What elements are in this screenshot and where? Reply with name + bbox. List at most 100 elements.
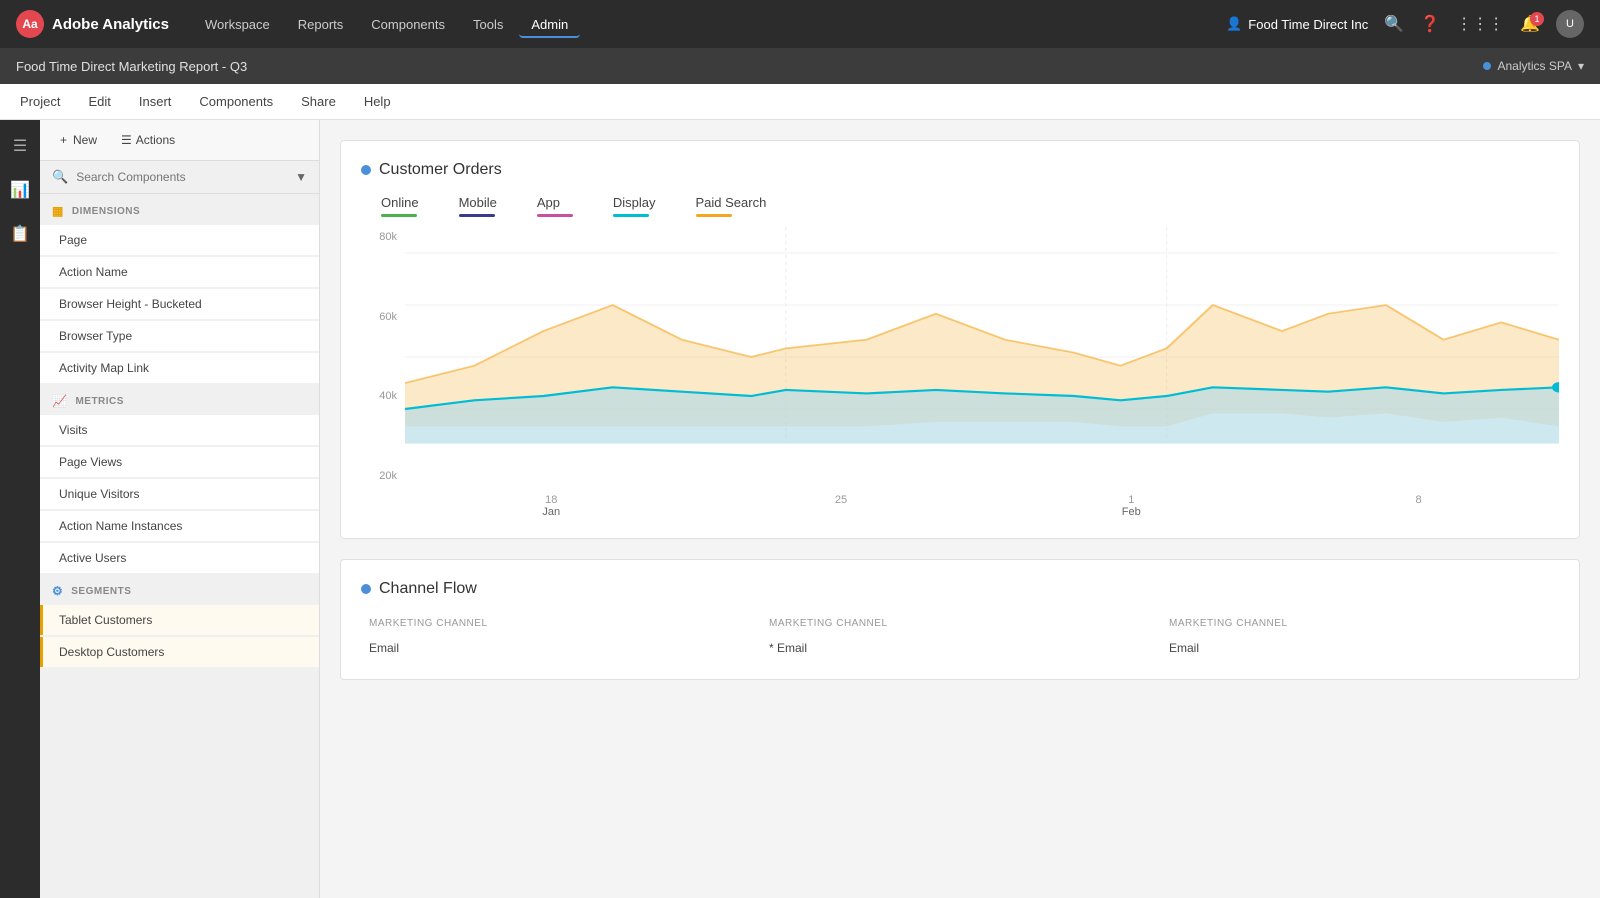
nav-workspace[interactable]: Workspace	[193, 11, 282, 38]
metric-visits[interactable]: Visits	[40, 415, 319, 445]
nav-tools[interactable]: Tools	[461, 11, 515, 38]
chart2-title: Channel Flow	[379, 580, 477, 598]
channel-table-headers: MARKETING CHANNEL MARKETING CHANNEL MARK…	[361, 614, 1559, 633]
nav-admin[interactable]: Admin	[519, 11, 580, 38]
metric-active-users[interactable]: Active Users	[40, 543, 319, 573]
x-sublabel-jan: Jan	[542, 506, 560, 518]
logo-icon: Aa	[16, 10, 44, 38]
actions-button[interactable]: ☰ Actions	[113, 130, 183, 150]
sidebar-chart-icon[interactable]: 📊	[6, 176, 34, 204]
y-label-60k: 60k	[379, 311, 397, 323]
search-icon[interactable]: 🔍	[1384, 14, 1404, 34]
metric-page-views[interactable]: Page Views	[40, 447, 319, 477]
menu-edit[interactable]: Edit	[84, 90, 114, 113]
channel-header-1: MARKETING CHANNEL	[361, 614, 759, 633]
legend-display: Display	[613, 195, 656, 217]
y-label-80k: 80k	[379, 231, 397, 243]
spa-dot	[1483, 62, 1491, 70]
menu-insert[interactable]: Insert	[135, 90, 176, 113]
channel-header-2: MARKETING CHANNEL	[761, 614, 1159, 633]
dimensions-icon: ▦	[52, 204, 64, 218]
customer-orders-section: Customer Orders Online Mobile App Displa…	[340, 140, 1580, 539]
company-name: 👤 Food Time Direct Inc	[1226, 16, 1368, 32]
segments-icon: ⚙	[52, 584, 63, 598]
nav-reports[interactable]: Reports	[286, 11, 356, 38]
notification-bell[interactable]: 🔔 1	[1520, 14, 1540, 34]
dimension-action-name[interactable]: Action Name	[40, 257, 319, 287]
apps-icon[interactable]: ⋮⋮⋮	[1456, 14, 1504, 34]
search-input[interactable]	[76, 170, 287, 184]
y-label-20k: 20k	[379, 470, 397, 482]
segments-header: ⚙ SEGMENTS	[40, 574, 319, 604]
channel-header-3: MARKETING CHANNEL	[1161, 614, 1559, 633]
project-title: Food Time Direct Marketing Report - Q3	[16, 59, 247, 74]
analytics-spa-selector[interactable]: Analytics SPA ▾	[1483, 59, 1584, 73]
top-nav-links: Workspace Reports Components Tools Admin	[193, 11, 1202, 38]
chart1-dot	[361, 165, 371, 175]
segment-tablet-customers[interactable]: Tablet Customers	[40, 605, 319, 635]
filter-icon[interactable]: ▼	[295, 170, 307, 184]
chart1-legend: Online Mobile App Display Paid Search	[361, 195, 1559, 227]
dimension-browser-type[interactable]: Browser Type	[40, 321, 319, 351]
x-label-18: 18	[542, 494, 560, 506]
menu-project[interactable]: Project	[16, 90, 64, 113]
channel-row-1-col1: Email	[361, 637, 759, 659]
app-name: Adobe Analytics	[52, 16, 169, 33]
channel-rows: Email * Email Email	[361, 637, 1559, 659]
chart1-area: 80k 60k 40k 20k	[361, 227, 1559, 518]
menu-share[interactable]: Share	[297, 90, 340, 113]
legend-mobile: Mobile	[459, 195, 497, 217]
menu-help[interactable]: Help	[360, 90, 395, 113]
legend-paid-search: Paid Search	[696, 195, 767, 217]
dimension-activity-map[interactable]: Activity Map Link	[40, 353, 319, 383]
x-sublabel-feb: Feb	[1122, 506, 1141, 518]
chevron-down-icon: ▾	[1578, 59, 1584, 73]
x-label-25: 25	[835, 494, 847, 506]
search-icon: 🔍	[52, 169, 68, 185]
help-icon[interactable]: ❓	[1420, 14, 1440, 34]
channel-row-1-col3: Email	[1161, 637, 1559, 659]
legend-mobile-line	[459, 214, 495, 217]
chart1-title: Customer Orders	[379, 161, 502, 179]
legend-app-line	[537, 214, 573, 217]
menu-components[interactable]: Components	[195, 90, 277, 113]
nav-components[interactable]: Components	[359, 11, 457, 38]
legend-display-line	[613, 214, 649, 217]
actions-icon: ☰	[121, 133, 132, 147]
chart1-svg	[405, 227, 1559, 487]
main-layout: ☰ 📊 📋 + New ☰ Actions 🔍 ▼ ▦ DIMENSIONS P…	[0, 120, 1600, 898]
analytics-spa-label: Analytics SPA	[1497, 59, 1571, 73]
legend-app: App	[537, 195, 573, 217]
plus-icon: +	[60, 133, 67, 147]
menu-bar: Project Edit Insert Components Share Hel…	[0, 84, 1600, 120]
x-axis: 18 Jan 25 1 Feb 8	[405, 490, 1559, 518]
chart1-title-row: Customer Orders	[361, 161, 1559, 179]
metric-unique-visitors[interactable]: Unique Visitors	[40, 479, 319, 509]
sidebar-panel-icon[interactable]: ☰	[9, 132, 31, 160]
user-avatar[interactable]: U	[1556, 10, 1584, 38]
x-group-8: 8	[1415, 494, 1421, 518]
x-group-25: 25	[835, 494, 847, 518]
x-label-8: 8	[1415, 494, 1421, 506]
metrics-header: 📈 METRICS	[40, 384, 319, 414]
legend-paid-search-line	[696, 214, 732, 217]
new-button[interactable]: + New	[52, 130, 105, 150]
segment-desktop-customers[interactable]: Desktop Customers	[40, 637, 319, 667]
dimensions-header: ▦ DIMENSIONS	[40, 194, 319, 224]
top-nav-right: 👤 Food Time Direct Inc 🔍 ❓ ⋮⋮⋮ 🔔 1 U	[1226, 10, 1584, 38]
dimension-page[interactable]: Page	[40, 225, 319, 255]
metric-action-name-instances[interactable]: Action Name Instances	[40, 511, 319, 541]
second-nav: Food Time Direct Marketing Report - Q3 A…	[0, 48, 1600, 84]
x-group-jan: 18 Jan	[542, 494, 560, 518]
legend-online-line	[381, 214, 417, 217]
dimension-browser-height[interactable]: Browser Height - Bucketed	[40, 289, 319, 319]
chart2-title-row: Channel Flow	[361, 580, 1559, 598]
main-content: Customer Orders Online Mobile App Displa…	[320, 120, 1600, 898]
x-label-1: 1	[1122, 494, 1141, 506]
sidebar-list-icon[interactable]: 📋	[6, 220, 34, 248]
app-logo[interactable]: Aa Adobe Analytics	[16, 10, 169, 38]
left-panel: + New ☰ Actions 🔍 ▼ ▦ DIMENSIONS Page Ac…	[40, 120, 320, 898]
channel-flow-section: Channel Flow MARKETING CHANNEL MARKETING…	[340, 559, 1580, 680]
metrics-icon: 📈	[52, 394, 67, 408]
notification-badge: 1	[1530, 12, 1544, 26]
